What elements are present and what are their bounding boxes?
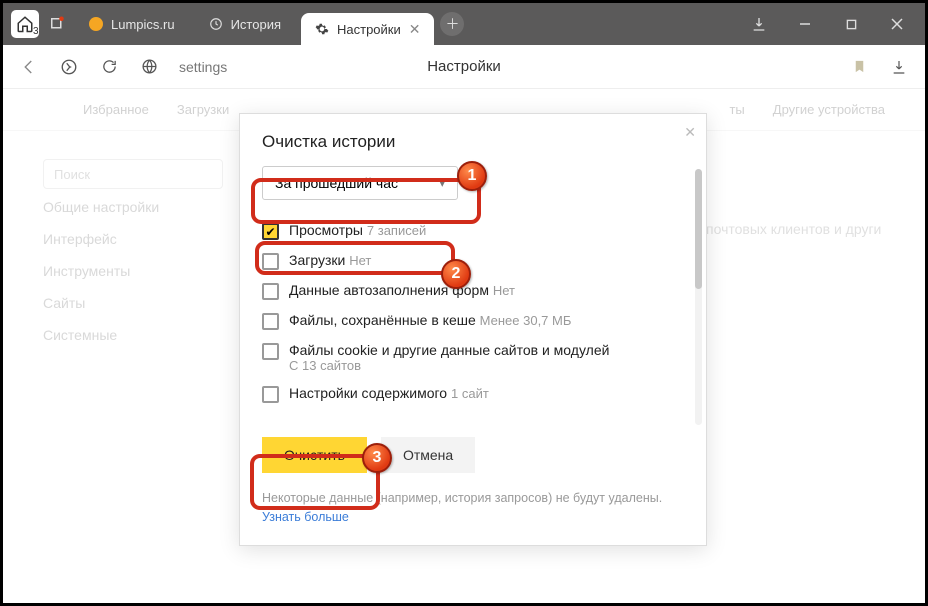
clear-history-modal: ✕ Очистка истории За прошедший час ▾ ✔ П… <box>239 113 707 546</box>
close-tab-icon[interactable]: ✕ <box>409 21 421 38</box>
checkbox-cookies[interactable]: Файлы cookie и другие данные сайтов и мо… <box>262 336 684 379</box>
checkbox-autofill[interactable]: Данные автозаполнения форм Нет <box>262 276 684 306</box>
checkbox-icon <box>262 386 279 403</box>
cb-hint: Нет <box>493 283 515 298</box>
tab-label: Lumpics.ru <box>111 17 175 32</box>
address-text[interactable]: settings <box>179 59 227 75</box>
cancel-button[interactable]: Отмена <box>381 437 475 473</box>
modal-footnote: Некоторые данные (например, история запр… <box>240 483 706 545</box>
tab-history[interactable]: История <box>195 8 295 40</box>
bookmark-icon[interactable] <box>849 57 869 77</box>
tab-settings[interactable]: Настройки ✕ <box>301 13 434 45</box>
cb-label: Просмотры <box>289 222 363 238</box>
tab-lumpics[interactable]: Lumpics.ru <box>75 8 189 40</box>
titlebar: 3 Lumpics.ru История Настройки ✕ ＋ <box>3 3 925 45</box>
window-maximize-button[interactable] <box>831 9 871 39</box>
dropdown-value: За прошедший час <box>275 175 398 191</box>
checkbox-icon <box>262 313 279 330</box>
time-range-dropdown[interactable]: За прошедший час ▾ <box>262 166 458 200</box>
modal-scrollbar[interactable] <box>695 169 702 425</box>
checkbox-views[interactable]: ✔ Просмотры 7 записей <box>262 216 684 246</box>
scrollbar-thumb[interactable] <box>695 169 702 289</box>
checkbox-icon <box>262 343 279 360</box>
cb-hint: Нет <box>349 253 371 268</box>
page-title: Настройки <box>427 58 501 75</box>
tab-label: Настройки <box>337 22 401 37</box>
checkbox-content-settings[interactable]: Настройки содержимого 1 сайт <box>262 379 684 409</box>
new-tab-button[interactable]: ＋ <box>440 12 464 36</box>
gear-icon <box>315 22 329 36</box>
cb-hint: 1 сайт <box>451 386 489 401</box>
tab-label: История <box>231 17 281 32</box>
browser-logo-icon[interactable] <box>59 57 79 77</box>
toolbar: settings Настройки <box>3 45 925 89</box>
reload-button[interactable] <box>99 57 119 77</box>
learn-more-link[interactable]: Узнать больше <box>262 510 349 524</box>
chevron-down-icon: ▾ <box>439 177 445 190</box>
cb-label: Загрузки <box>289 252 345 268</box>
window-close-button[interactable] <box>877 9 917 39</box>
checkbox-icon <box>262 253 279 270</box>
cb-hint: Менее 30,7 МБ <box>480 313 572 328</box>
cb-label: Настройки содержимого <box>289 385 447 401</box>
cb-hint: 7 записей <box>367 223 426 238</box>
favicon-lumpics <box>89 17 103 31</box>
site-lock-icon[interactable] <box>139 57 159 77</box>
cb-label: Файлы, сохранённые в кеше <box>289 312 476 328</box>
modal-close-button[interactable]: ✕ <box>684 124 696 141</box>
checkbox-icon <box>262 283 279 300</box>
modal-title: Очистка истории <box>240 114 706 166</box>
note-text: Некоторые данные (например, история запр… <box>262 491 662 505</box>
download-indicator-icon[interactable] <box>739 9 779 39</box>
pinned-icon[interactable] <box>45 12 69 36</box>
checkbox-downloads[interactable]: Загрузки Нет <box>262 246 684 276</box>
home-badge-count: 3 <box>33 26 39 37</box>
cb-label: Данные автозаполнения форм <box>289 282 489 298</box>
back-button[interactable] <box>19 57 39 77</box>
downloads-icon[interactable] <box>889 57 909 77</box>
favicon-history <box>209 17 223 31</box>
checkbox-icon: ✔ <box>262 223 279 240</box>
window-minimize-button[interactable] <box>785 9 825 39</box>
cb-label: Файлы cookie и другие данные сайтов и мо… <box>289 342 609 358</box>
clear-button[interactable]: Очистить <box>262 437 367 473</box>
checkbox-cache[interactable]: Файлы, сохранённые в кеше Менее 30,7 МБ <box>262 306 684 336</box>
cb-hint: С 13 сайтов <box>289 358 609 373</box>
